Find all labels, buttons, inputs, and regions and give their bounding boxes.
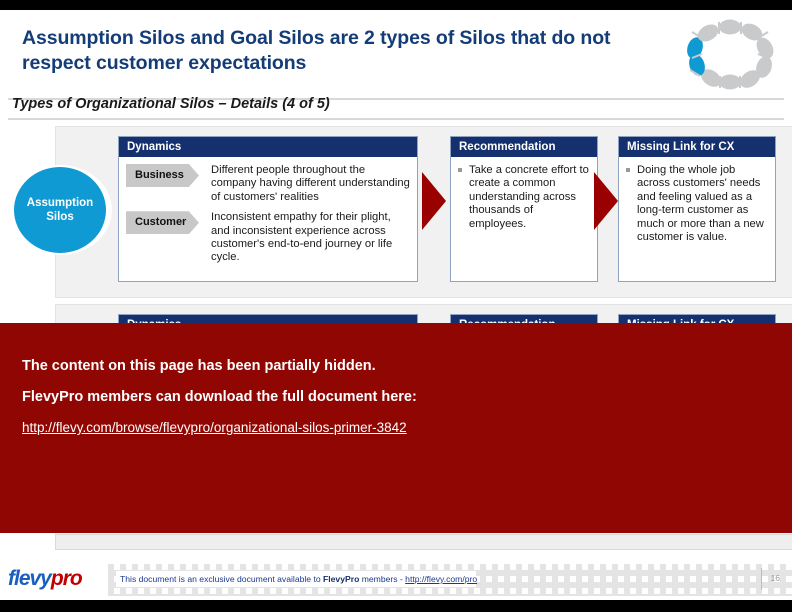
subtitle-divider [8,118,784,120]
content-hidden-overlay: The content on this page has been partia… [0,323,792,533]
card-recommendation: Recommendation Take a concrete effort to… [450,136,598,282]
overlay-line-1: The content on this page has been partia… [22,358,376,374]
chevron-right-arrow [420,172,448,230]
overlay-line-2: FlevyPro members can download the full d… [22,389,417,405]
tag-business: Business [126,164,199,187]
footer-text-after: members - [359,574,406,584]
recommendation-bullet: Take a concrete effort to create a commo… [458,164,590,231]
card-dynamics: Dynamics Business Different people throu… [118,136,418,282]
footer-text: This document is an exclusive document a… [120,573,477,585]
card-missing-link-header: Missing Link for CX [619,137,775,158]
card-dynamics-header: Dynamics [119,137,417,158]
slide-footer: flevypro This document is an exclusive d… [0,560,792,600]
silo-circle: Assumption Silos [8,165,112,255]
flevypro-logo-part1: flevy [8,567,52,590]
flevypro-logo-part2: pro [50,567,83,590]
footer-link[interactable]: http://flevy.com/pro [405,574,477,584]
silo-circle-label: Assumption Silos [14,167,106,253]
dynamics-row-customer: Customer Inconsistent empathy for their … [126,211,410,265]
card-recommendation-body: Take a concrete effort to create a commo… [451,158,597,237]
section-subtitle: Types of Organizational Silos – Details … [12,96,330,112]
card-missing-link: Missing Link for CX Doing the whole job … [618,136,776,282]
slide-header: Assumption Silos and Goal Silos are 2 ty… [0,10,792,100]
page-title: Assumption Silos and Goal Silos are 2 ty… [22,27,611,74]
overlay-download-link[interactable]: http://flevy.com/browse/flevypro/organiz… [22,420,407,435]
flevy-ring-logo [682,18,778,90]
dynamics-text-business: Different people throughout the company … [211,164,410,203]
footer-divider [761,568,762,590]
letterbox-top-bar [0,0,792,10]
card-dynamics-body: Business Different people throughout the… [119,158,417,278]
dynamics-text-customer: Inconsistent empathy for their plight, a… [211,211,393,264]
letterbox-bottom-bar [0,600,792,612]
flevypro-logo: flevypro [8,566,83,592]
card-missing-link-body: Doing the whole job across customers' ne… [619,158,775,250]
page-number: 16 [770,573,780,583]
tag-customer: Customer [126,211,199,235]
footer-text-before: This document is an exclusive document a… [120,574,324,584]
chevron-right-arrow [592,172,620,230]
missing-link-bullet: Doing the whole job across customers' ne… [626,164,768,244]
row3-background-band [55,534,792,550]
card-recommendation-header: Recommendation [451,137,597,158]
footer-text-brand: FlevyPro [323,574,360,584]
dynamics-row-business: Business Different people throughout the… [126,164,410,204]
slide: Assumption Silos and Goal Silos are 2 ty… [0,0,792,612]
